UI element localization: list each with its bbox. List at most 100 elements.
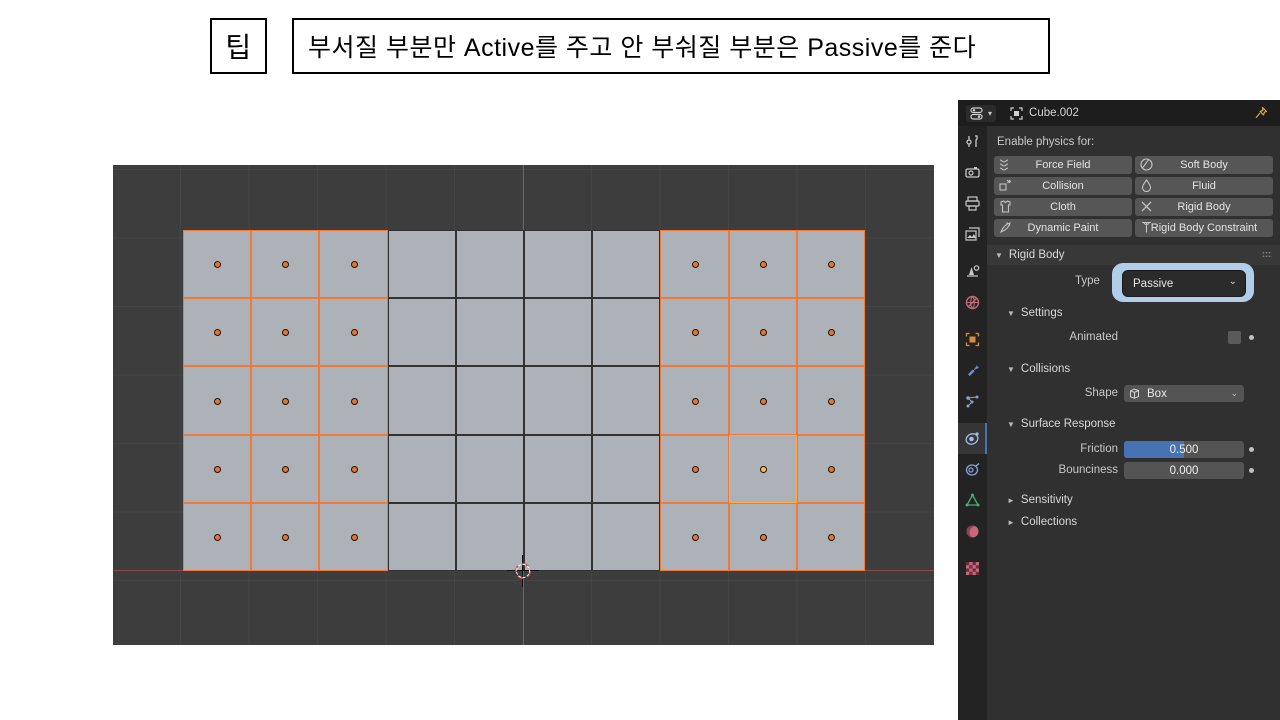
cube-5-4[interactable] xyxy=(455,434,524,503)
physics-orbit-icon xyxy=(965,432,979,445)
cube-4-1[interactable] xyxy=(387,230,456,299)
physics-button-rigid-body[interactable]: Rigid Body xyxy=(1135,198,1273,216)
object-origin-dot xyxy=(214,397,222,405)
object-origin-dot xyxy=(350,329,358,337)
object-origin-dot xyxy=(759,261,767,269)
section-sensitivity[interactable]: ► Sensitivity xyxy=(987,490,1280,510)
physics-button-label: Rigid Body xyxy=(1177,201,1231,213)
enable-physics-label: Enable physics for: xyxy=(997,136,1095,148)
object-origin-dot xyxy=(759,397,767,405)
breadcrumb: Cube.002 xyxy=(1010,106,1079,120)
cube-6-5[interactable] xyxy=(524,502,593,571)
object-origin-dot xyxy=(827,261,835,269)
cube-4-5[interactable] xyxy=(387,502,456,571)
physics-button-grid[interactable]: Force Field Soft Body Collision Fluid Cloth R… xyxy=(994,156,1273,237)
cube-4-2[interactable] xyxy=(387,298,456,367)
physics-button-force-field[interactable]: Force Field xyxy=(994,156,1132,174)
properties-tab-physics[interactable] xyxy=(958,423,987,454)
object-origin-dot xyxy=(691,533,699,541)
cube-6-4[interactable] xyxy=(524,434,593,503)
soft-body-icon xyxy=(1140,158,1153,171)
cube-5-1[interactable] xyxy=(455,230,524,299)
object-origin-dot xyxy=(827,533,835,541)
bounciness-slider[interactable]: 0.000 xyxy=(1124,462,1244,479)
physics-button-collision[interactable]: Collision xyxy=(994,177,1132,195)
properties-tab-modifiers[interactable] xyxy=(958,355,987,386)
triangle-down-icon: ▼ xyxy=(1007,419,1015,429)
images-icon xyxy=(965,227,980,241)
cube-7-2[interactable] xyxy=(592,298,661,367)
properties-tab-tool[interactable] xyxy=(958,126,987,157)
section-settings[interactable]: ▼ Settings xyxy=(987,303,1280,323)
pin-icon[interactable] xyxy=(1254,106,1268,125)
cloth-shirt-icon xyxy=(999,200,1012,213)
properties-tab-object[interactable] xyxy=(958,324,987,355)
cone-sphere-icon xyxy=(967,265,980,277)
cube-6-1[interactable] xyxy=(524,230,593,299)
cube-7-3[interactable] xyxy=(592,366,661,435)
physics-button-label: Rigid Body Constraint xyxy=(1150,222,1258,234)
rigid-body-constraint-icon xyxy=(1140,221,1153,234)
cube-5-3[interactable] xyxy=(455,366,524,435)
3d-viewport[interactable] xyxy=(113,165,934,645)
object-origin-dot xyxy=(691,261,699,269)
editor-type-button[interactable]: ▾ xyxy=(966,104,997,122)
animated-checkbox[interactable] xyxy=(1228,331,1241,344)
section-collections-label: Collections xyxy=(1020,516,1078,528)
world-icon xyxy=(965,295,980,310)
object-origin-dot xyxy=(691,329,699,337)
properties-tab-world[interactable] xyxy=(958,287,987,318)
cube-6-2[interactable] xyxy=(524,298,593,367)
properties-tab-particles[interactable] xyxy=(958,386,987,417)
caption-banner: 팁 부서질 부분만 Active를 주고 안 부숴질 부분은 Passive를 … xyxy=(0,0,1280,95)
section-rigid-body[interactable]: ▼ Rigid Body xyxy=(987,245,1280,265)
properties-tab-scene[interactable] xyxy=(958,256,987,287)
friction-slider[interactable]: 0.500 xyxy=(1124,441,1244,458)
physics-button-label: Fluid xyxy=(1192,180,1216,192)
section-sensitivity-label: Sensitivity xyxy=(1020,494,1073,506)
rigid-body-type-dropdown[interactable]: Passive ⌄ xyxy=(1122,270,1246,297)
cube-4-4[interactable] xyxy=(387,434,456,503)
properties-tab-rail[interactable] xyxy=(958,126,987,720)
object-origin-dot xyxy=(282,397,290,405)
section-collisions-label: Collisions xyxy=(1020,363,1071,375)
physics-button-soft-body[interactable]: Soft Body xyxy=(1135,156,1273,174)
cube-6-3[interactable] xyxy=(524,366,593,435)
fluid-drop-icon xyxy=(1140,179,1153,192)
constraint-icon xyxy=(965,462,980,476)
properties-tab-output[interactable] xyxy=(958,188,987,219)
cube-7-1[interactable] xyxy=(592,230,661,299)
3d-cursor xyxy=(507,555,539,587)
cube-7-5[interactable] xyxy=(592,502,661,571)
material-sphere-icon xyxy=(966,525,979,538)
cube-7-4[interactable] xyxy=(592,434,661,503)
properties-tab-object-data[interactable] xyxy=(958,485,987,516)
physics-button-fluid[interactable]: Fluid xyxy=(1135,177,1273,195)
wrench-icon xyxy=(968,365,979,376)
section-collections[interactable]: ► Collections xyxy=(987,512,1280,532)
cube-4-3[interactable] xyxy=(387,366,456,435)
properties-tab-object-constraints[interactable] xyxy=(958,454,987,485)
object-square-icon xyxy=(965,332,980,347)
physics-button-dynamic-paint[interactable]: Dynamic Paint xyxy=(994,219,1132,237)
properties-tab-texture[interactable] xyxy=(958,553,987,584)
camera-back-icon xyxy=(965,167,980,178)
dynamic-paint-icon xyxy=(999,221,1012,234)
chevron-down-icon: ⌄ xyxy=(1228,276,1237,287)
physics-button-cloth[interactable]: Cloth xyxy=(994,198,1132,216)
collision-icon xyxy=(999,179,1012,192)
physics-button-rigid-body-constraint[interactable]: Rigid Body Constraint xyxy=(1135,219,1273,237)
cube-5-2[interactable] xyxy=(455,298,524,367)
collision-shape-value: Box xyxy=(1147,387,1167,400)
properties-editor[interactable]: ▾ Cube.002 Enable physics for: Force Fie… xyxy=(958,100,1280,720)
cube-slab[interactable] xyxy=(183,230,865,571)
chevron-down-icon: ⌄ xyxy=(1230,388,1238,398)
properties-tab-render[interactable] xyxy=(958,157,987,188)
properties-tab-view-layer[interactable] xyxy=(958,219,987,250)
section-surface-response-label: Surface Response xyxy=(1020,418,1116,430)
section-surface-response[interactable]: ▼ Surface Response xyxy=(987,414,1280,434)
properties-tab-material[interactable] xyxy=(958,516,987,547)
triangle-right-icon: ► xyxy=(1007,495,1015,505)
collision-shape-dropdown[interactable]: Box ⌄ xyxy=(1124,385,1244,402)
section-collisions[interactable]: ▼ Collisions xyxy=(987,359,1280,379)
